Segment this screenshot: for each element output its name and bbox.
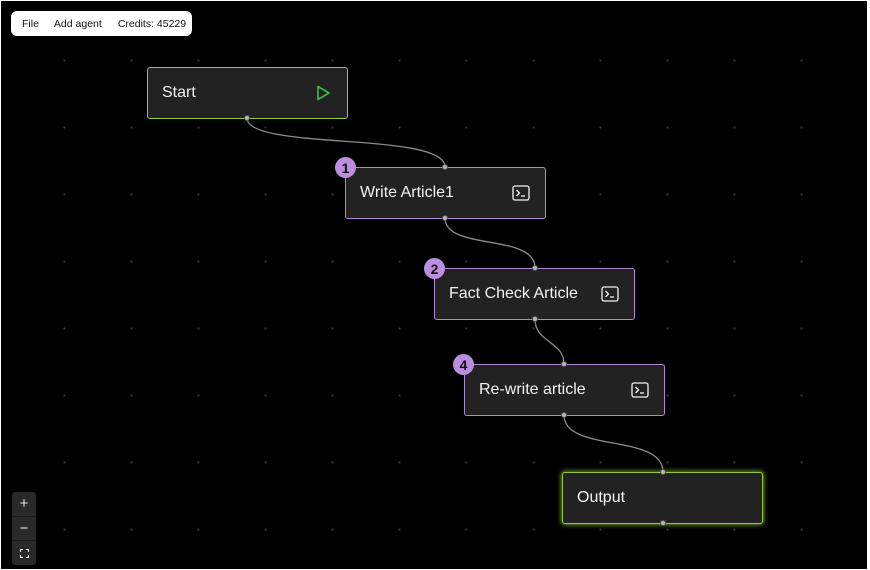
credits-label: Credits: 45229: [117, 17, 187, 30]
fit-view-icon: [19, 548, 29, 558]
node-write-article[interactable]: Write Article1: [345, 167, 546, 219]
terminal-icon: [601, 286, 619, 302]
add-agent-menu[interactable]: Add agent: [54, 18, 102, 30]
node-start[interactable]: Start: [147, 67, 348, 119]
step-badge: 1: [335, 157, 356, 178]
zoom-controls: + −: [12, 492, 36, 565]
node-rewrite[interactable]: Re-write article: [464, 364, 665, 416]
rewrite-input-handle[interactable]: [561, 361, 567, 367]
write-input-handle[interactable]: [442, 164, 448, 170]
zoom-out-button[interactable]: −: [12, 517, 36, 542]
menubar: File Add agent Credits: 45229: [11, 11, 192, 36]
play-icon[interactable]: [314, 84, 332, 102]
step-badge: 4: [453, 354, 474, 375]
node-write-article-label: Write Article1: [360, 184, 454, 201]
factcheck-output-handle[interactable]: [532, 316, 538, 322]
node-fact-check-label: Fact Check Article: [449, 285, 578, 302]
node-start-label: Start: [162, 84, 196, 101]
output-input-handle[interactable]: [660, 469, 666, 475]
edge-write-to-factcheck: [444, 217, 536, 269]
factcheck-input-handle[interactable]: [532, 265, 538, 271]
fit-view-button[interactable]: [12, 541, 36, 565]
terminal-icon: [631, 382, 649, 398]
zoom-in-button[interactable]: +: [12, 492, 36, 517]
start-output-handle[interactable]: [244, 115, 250, 121]
edge-rewrite-to-output: [563, 414, 664, 473]
output-bottom-handle[interactable]: [660, 520, 666, 526]
step-badge: 2: [424, 258, 445, 279]
edge-factcheck-to-rewrite: [534, 318, 565, 365]
write-output-handle[interactable]: [442, 215, 448, 221]
flow-canvas[interactable]: Start Write Article1 1 Fact Check Articl…: [1, 1, 867, 569]
node-output[interactable]: Output: [562, 472, 763, 524]
rewrite-output-handle[interactable]: [561, 412, 567, 418]
file-menu[interactable]: File: [22, 18, 39, 30]
terminal-icon: [512, 185, 530, 201]
node-fact-check[interactable]: Fact Check Article: [434, 268, 635, 320]
node-rewrite-label: Re-write article: [479, 381, 586, 398]
node-output-label: Output: [577, 489, 626, 506]
